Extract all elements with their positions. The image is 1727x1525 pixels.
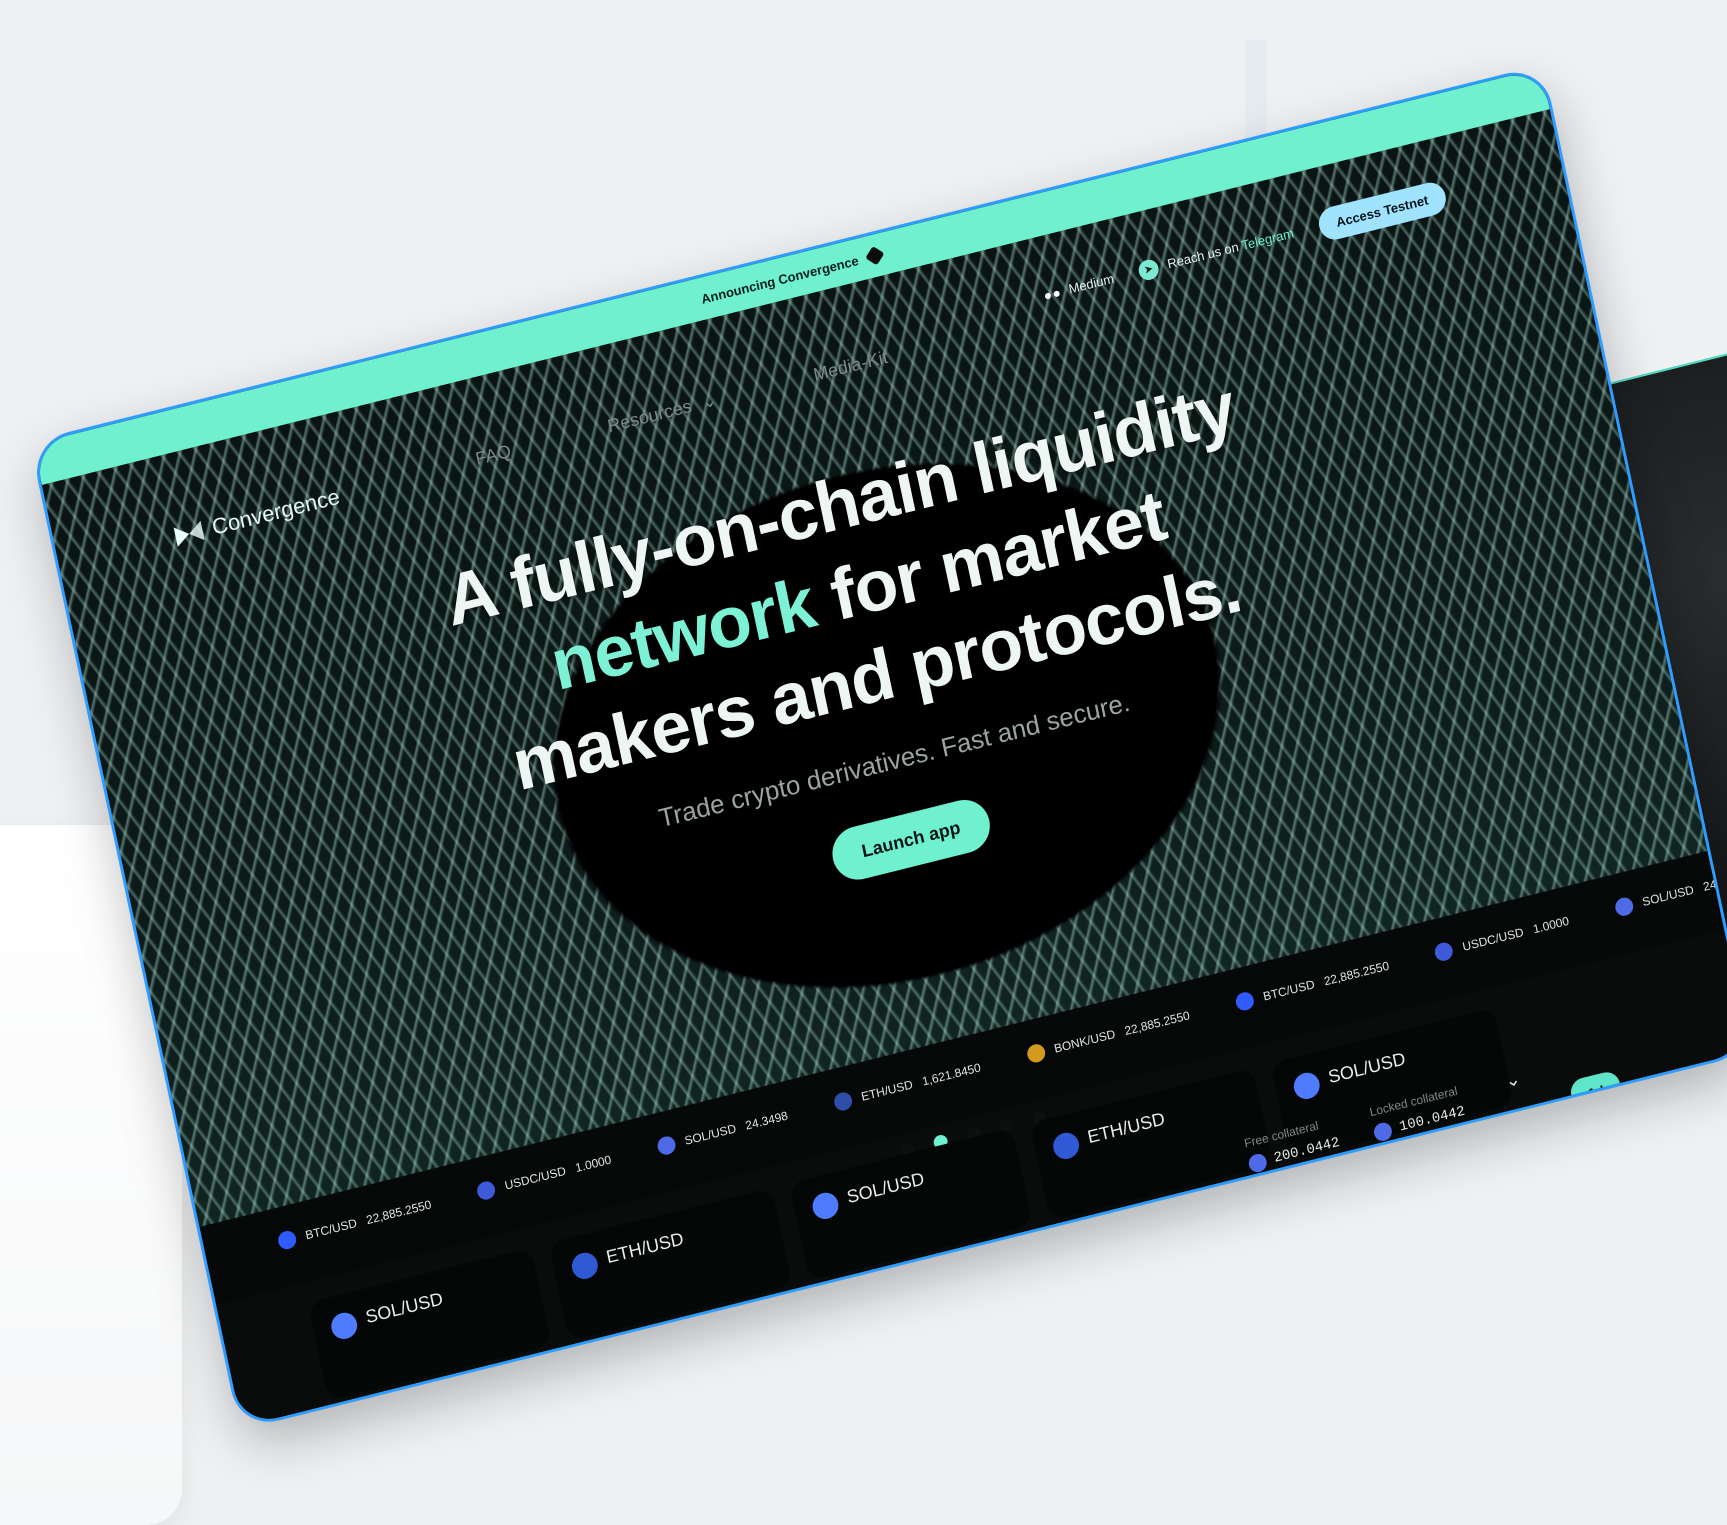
ticker-pair: USDC/USD (1461, 925, 1525, 954)
market-card-pair: ETH/USD (604, 1228, 686, 1268)
sol-icon (1613, 895, 1635, 918)
medium-icon (1044, 289, 1061, 300)
brand-logo[interactable]: Convergence (173, 484, 342, 550)
app-preview-window: Announcing Convergence Convergence FAQ R… (29, 64, 1727, 1431)
nav-item-faq[interactable]: FAQ (474, 441, 513, 470)
ticker-pair: ETH/USD (859, 1077, 915, 1104)
ticker-pair: SOL/USD (683, 1121, 738, 1148)
ticker-pair: BONK/USD (1052, 1026, 1117, 1056)
eth-icon (832, 1090, 854, 1113)
ticker-value: 1,621.8450 (920, 1060, 982, 1089)
nav-item-resources[interactable]: Resources ⌄ (606, 389, 719, 437)
market-card-pair: SOL/USD (363, 1288, 445, 1328)
ticker-pair: BTC/USD (1261, 977, 1316, 1004)
btc-icon (276, 1229, 298, 1252)
bonk-icon (1025, 1042, 1047, 1065)
nav-item-media-kit[interactable]: Media-Kit (811, 347, 889, 386)
btc-icon (1234, 990, 1256, 1013)
ticker-pair: USDC/USD (503, 1163, 568, 1193)
market-card-pair: SOL/USD (1326, 1048, 1408, 1088)
medium-link[interactable]: Medium (1043, 271, 1115, 303)
app-preview-surface: Announcing Convergence Convergence FAQ R… (29, 64, 1727, 1431)
sol-icon (1291, 1070, 1323, 1102)
sol-icon (655, 1134, 677, 1157)
telegram-name: Telegram (1240, 224, 1296, 253)
market-card-pair: SOL/USD (845, 1168, 926, 1208)
ticker-pair: BTC/USD (304, 1215, 359, 1243)
telegram-icon: ➤ (1136, 257, 1161, 282)
eth-icon (569, 1249, 601, 1282)
futures-section-label: Futures (691, 1317, 748, 1348)
ticker-value: 22,885.2550 (364, 1197, 433, 1228)
eth-icon (1050, 1129, 1082, 1162)
telegram-prefix: Reach us on (1165, 237, 1244, 271)
ticker-value: 22,885.2550 (1123, 1008, 1192, 1039)
nav-item-label: Resources (605, 395, 694, 437)
sol-icon (810, 1189, 841, 1222)
usdc-icon (1433, 940, 1455, 963)
ticker-value: 1.0000 (573, 1152, 613, 1176)
brand-name: Convergence (209, 483, 342, 540)
telegram-link[interactable]: ➤ Reach us on Telegram (1136, 223, 1296, 282)
market-card-pair: ETH/USD (1085, 1108, 1167, 1148)
nav-item-label: FAQ (473, 440, 513, 470)
ticker-value: 1.0000 (1531, 913, 1571, 937)
ticker-pair: SOL/USD (1641, 882, 1696, 910)
usdc-icon (475, 1179, 498, 1202)
sol-icon (328, 1309, 360, 1342)
arrow-icon (865, 246, 885, 266)
medium-label: Medium (1067, 270, 1116, 297)
nav-item-label: Media-Kit (811, 346, 890, 385)
access-testnet-button[interactable]: Access Testnet (1315, 179, 1449, 244)
ticker-value: 22,885.2550 (1322, 958, 1391, 989)
chevron-down-icon: ⌄ (699, 389, 719, 413)
ticker-value: 24.3498 (744, 1108, 790, 1133)
convergence-logo-icon (173, 518, 206, 550)
